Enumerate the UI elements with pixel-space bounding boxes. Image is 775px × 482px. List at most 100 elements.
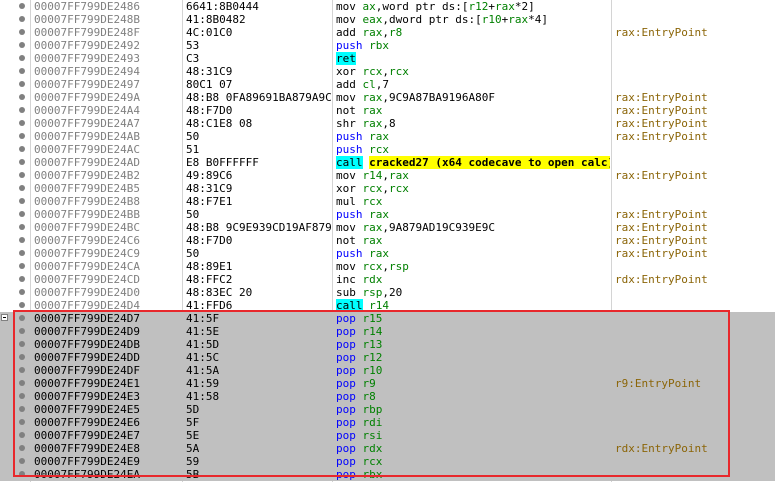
breakpoint-gutter[interactable] bbox=[0, 312, 30, 325]
breakpoint-dot-icon[interactable] bbox=[19, 302, 25, 308]
instruction-row[interactable]: 00007FF799DE24AD E8 B0FFFFFF call cracked2… bbox=[0, 156, 775, 169]
instruction-row[interactable]: 00007FF799DE24D7 41:5F pop r15 bbox=[0, 312, 775, 325]
instruction-row[interactable]: 00007FF799DE2486 6641:8B0444 mov ax,word p… bbox=[0, 0, 775, 13]
breakpoint-gutter[interactable] bbox=[0, 286, 30, 299]
breakpoint-dot-icon[interactable] bbox=[19, 341, 25, 347]
instruction-row[interactable]: 00007FF799DE24D9 41:5E pop r14 bbox=[0, 325, 775, 338]
breakpoint-gutter[interactable] bbox=[0, 13, 30, 26]
instruction-row[interactable]: 00007FF799DE24C6 48:F7D0 not rax rax:EntryP… bbox=[0, 234, 775, 247]
instruction-row[interactable]: 00007FF799DE24DF 41:5A pop r10 bbox=[0, 364, 775, 377]
breakpoint-gutter[interactable] bbox=[0, 351, 30, 364]
instruction-row[interactable]: 00007FF799DE2493 C3 ret bbox=[0, 52, 775, 65]
breakpoint-gutter[interactable] bbox=[0, 455, 30, 468]
breakpoint-dot-icon[interactable] bbox=[19, 16, 25, 22]
breakpoint-gutter[interactable] bbox=[0, 143, 30, 156]
breakpoint-dot-icon[interactable] bbox=[19, 3, 25, 9]
breakpoint-dot-icon[interactable] bbox=[19, 224, 25, 230]
breakpoint-dot-icon[interactable] bbox=[19, 458, 25, 464]
breakpoint-dot-icon[interactable] bbox=[19, 445, 25, 451]
breakpoint-dot-icon[interactable] bbox=[19, 81, 25, 87]
breakpoint-dot-icon[interactable] bbox=[19, 406, 25, 412]
breakpoint-gutter[interactable] bbox=[0, 338, 30, 351]
breakpoint-dot-icon[interactable] bbox=[19, 42, 25, 48]
breakpoint-gutter[interactable] bbox=[0, 260, 30, 273]
breakpoint-gutter[interactable] bbox=[0, 247, 30, 260]
breakpoint-gutter[interactable] bbox=[0, 325, 30, 338]
instruction-row[interactable]: 00007FF799DE24E5 5D pop rbp bbox=[0, 403, 775, 416]
instruction-row[interactable]: 00007FF799DE24A7 48:C1E8 08 shr rax,8 rax:E… bbox=[0, 117, 775, 130]
instruction-row[interactable]: 00007FF799DE24E8 5A pop rdx rdx:EntryPoint bbox=[0, 442, 775, 455]
instruction-row[interactable]: 00007FF799DE24E9 59 pop rcx bbox=[0, 455, 775, 468]
breakpoint-dot-icon[interactable] bbox=[19, 185, 25, 191]
instruction-row[interactable]: 00007FF799DE2492 53 push rbx bbox=[0, 39, 775, 52]
breakpoint-gutter[interactable] bbox=[0, 117, 30, 130]
breakpoint-dot-icon[interactable] bbox=[19, 133, 25, 139]
instruction-row[interactable]: 00007FF799DE248F 4C:01C0 add rax,r8 rax:Ent… bbox=[0, 26, 775, 39]
breakpoint-dot-icon[interactable] bbox=[19, 237, 25, 243]
breakpoint-dot-icon[interactable] bbox=[19, 172, 25, 178]
breakpoint-gutter[interactable] bbox=[0, 52, 30, 65]
breakpoint-dot-icon[interactable] bbox=[19, 250, 25, 256]
breakpoint-dot-icon[interactable] bbox=[19, 471, 25, 477]
instruction-row[interactable]: 00007FF799DE24CA 48:89E1 mov rcx,rsp bbox=[0, 260, 775, 273]
instruction-row[interactable]: 00007FF799DE249A 48:B8 0FA89691BA879A9C mo… bbox=[0, 91, 775, 104]
breakpoint-gutter[interactable] bbox=[0, 429, 30, 442]
breakpoint-gutter[interactable] bbox=[0, 442, 30, 455]
breakpoint-dot-icon[interactable] bbox=[19, 393, 25, 399]
breakpoint-dot-icon[interactable] bbox=[19, 146, 25, 152]
instruction-row[interactable]: 00007FF799DE24E1 41:59 pop r9 r9:EntryPoint bbox=[0, 377, 775, 390]
breakpoint-gutter[interactable] bbox=[0, 403, 30, 416]
breakpoint-gutter[interactable] bbox=[0, 39, 30, 52]
breakpoint-gutter[interactable] bbox=[0, 390, 30, 403]
instruction-row[interactable]: 00007FF799DE24D4 41:FFD6 call r14 bbox=[0, 299, 775, 312]
collapse-toggle-icon[interactable] bbox=[1, 314, 8, 321]
breakpoint-dot-icon[interactable] bbox=[19, 55, 25, 61]
breakpoint-gutter[interactable] bbox=[0, 273, 30, 286]
instruction-row[interactable]: 00007FF799DE24BC 48:B8 9C9E939CD19AF879A9… bbox=[0, 221, 775, 234]
breakpoint-gutter[interactable] bbox=[0, 156, 30, 169]
breakpoint-dot-icon[interactable] bbox=[19, 380, 25, 386]
instruction-row[interactable]: 00007FF799DE24E6 5F pop rdi bbox=[0, 416, 775, 429]
instruction-row[interactable]: 00007FF799DE24AC 51 push rcx bbox=[0, 143, 775, 156]
instruction-row[interactable]: 00007FF799DE24C9 50 push rax rax:EntryPoint bbox=[0, 247, 775, 260]
breakpoint-gutter[interactable] bbox=[0, 182, 30, 195]
instruction-row[interactable]: 00007FF799DE24EA 5B pop rbx bbox=[0, 468, 775, 481]
breakpoint-dot-icon[interactable] bbox=[19, 432, 25, 438]
breakpoint-gutter[interactable] bbox=[0, 468, 30, 481]
breakpoint-gutter[interactable] bbox=[0, 78, 30, 91]
breakpoint-gutter[interactable] bbox=[0, 364, 30, 377]
instruction-row[interactable]: 00007FF799DE24CD 48:FFC2 inc rdx rdx:EntryP… bbox=[0, 273, 775, 286]
breakpoint-dot-icon[interactable] bbox=[19, 289, 25, 295]
instruction-row[interactable]: 00007FF799DE24DD 41:5C pop r12 bbox=[0, 351, 775, 364]
breakpoint-gutter[interactable] bbox=[0, 0, 30, 13]
breakpoint-dot-icon[interactable] bbox=[19, 276, 25, 282]
breakpoint-dot-icon[interactable] bbox=[19, 68, 25, 74]
breakpoint-gutter[interactable] bbox=[0, 169, 30, 182]
breakpoint-dot-icon[interactable] bbox=[19, 211, 25, 217]
instruction-row[interactable]: 00007FF799DE24B8 48:F7E1 mul rcx bbox=[0, 195, 775, 208]
breakpoint-gutter[interactable] bbox=[0, 416, 30, 429]
breakpoint-dot-icon[interactable] bbox=[19, 328, 25, 334]
instruction-row[interactable]: 00007FF799DE24DB 41:5D pop r13 bbox=[0, 338, 775, 351]
breakpoint-dot-icon[interactable] bbox=[19, 198, 25, 204]
breakpoint-gutter[interactable] bbox=[0, 234, 30, 247]
instruction-row[interactable]: 00007FF799DE2497 80C1 07 add cl,7 bbox=[0, 78, 775, 91]
breakpoint-dot-icon[interactable] bbox=[19, 263, 25, 269]
instruction-row[interactable]: 00007FF799DE24BB 50 push rax rax:EntryPoint bbox=[0, 208, 775, 221]
breakpoint-gutter[interactable] bbox=[0, 91, 30, 104]
breakpoint-dot-icon[interactable] bbox=[19, 419, 25, 425]
breakpoint-gutter[interactable] bbox=[0, 221, 30, 234]
instruction-row[interactable]: 00007FF799DE24E7 5E pop rsi bbox=[0, 429, 775, 442]
instruction-row[interactable]: 00007FF799DE24E3 41:58 pop r8 bbox=[0, 390, 775, 403]
breakpoint-dot-icon[interactable] bbox=[19, 94, 25, 100]
breakpoint-gutter[interactable] bbox=[0, 208, 30, 221]
instruction-row[interactable]: 00007FF799DE24AB 50 push rax rax:EntryPoint bbox=[0, 130, 775, 143]
instruction-row[interactable]: 00007FF799DE24A4 48:F7D0 not rax rax:EntryP… bbox=[0, 104, 775, 117]
instruction-row[interactable]: 00007FF799DE2494 48:31C9 xor rcx,rcx bbox=[0, 65, 775, 78]
breakpoint-dot-icon[interactable] bbox=[19, 367, 25, 373]
instruction-row[interactable]: 00007FF799DE248B 41:8B0482 mov eax,dword p… bbox=[0, 13, 775, 26]
breakpoint-dot-icon[interactable] bbox=[19, 29, 25, 35]
instruction-row[interactable]: 00007FF799DE24B2 49:89C6 mov r14,rax rax:En… bbox=[0, 169, 775, 182]
breakpoint-gutter[interactable] bbox=[0, 299, 30, 312]
breakpoint-gutter[interactable] bbox=[0, 26, 30, 39]
